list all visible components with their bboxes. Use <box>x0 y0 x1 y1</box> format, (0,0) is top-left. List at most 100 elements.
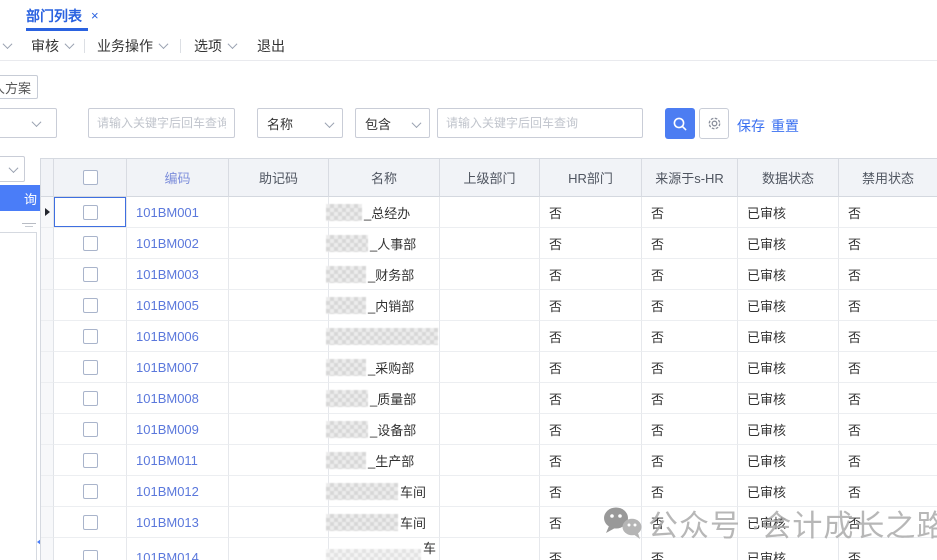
code-link[interactable]: 101BM005 <box>127 290 229 321</box>
search-button[interactable] <box>665 108 695 139</box>
name-text: _内销部 <box>368 296 414 315</box>
row-checkbox[interactable] <box>83 360 98 375</box>
row-checkbox[interactable] <box>83 484 98 499</box>
code-link[interactable]: 101BM006 <box>127 321 229 352</box>
code-link[interactable]: 101BM003 <box>127 259 229 290</box>
menu-audit-label: 审核 <box>31 36 59 56</box>
filter-scope-select[interactable] <box>0 108 57 138</box>
name-text: _生产部 <box>368 451 414 470</box>
row-checkbox[interactable] <box>83 298 98 313</box>
checkbox-cell <box>54 228 127 259</box>
row-checkbox[interactable] <box>83 329 98 344</box>
name-cell: _质量部 <box>329 383 440 414</box>
hr-cell: 否 <box>540 476 642 507</box>
header-source[interactable]: 来源于s-HR <box>642 159 738 197</box>
table-header-row: 编码 助记码 名称 上级部门 HR部门 来源于s-HR 数据状态 禁用状态 <box>41 159 937 197</box>
menu-divider <box>180 39 181 53</box>
code-link[interactable]: 101BM002 <box>127 228 229 259</box>
checkbox-cell <box>54 414 127 445</box>
current-row-arrow-icon <box>45 208 50 216</box>
save-button[interactable]: 保存 <box>737 116 765 136</box>
row-indicator-cell <box>41 383 54 414</box>
side-filter-select[interactable] <box>0 156 25 182</box>
mnemonic-cell <box>229 321 329 352</box>
table-row[interactable]: 101BM014 车间 否 否 已审核 否 <box>41 538 937 560</box>
table-row[interactable]: 101BM009 _设备部 否 否 已审核 否 <box>41 414 937 445</box>
source-cell: 否 <box>642 414 738 445</box>
table-row[interactable]: 101BM005 _内销部 否 否 已审核 否 <box>41 290 937 321</box>
table-row[interactable]: 101BM001 _总经办 否 否 已审核 否 <box>41 197 937 228</box>
chevron-down-icon[interactable] <box>3 39 13 49</box>
parent-cell <box>440 507 540 538</box>
name-cell: _采购部 <box>329 352 440 383</box>
disabled-cell: 否 <box>839 352 937 383</box>
row-checkbox[interactable] <box>83 236 98 251</box>
code-link[interactable]: 101BM012 <box>127 476 229 507</box>
name-cell: 车间 <box>329 476 440 507</box>
table-row[interactable]: 101BM012 车间 否 否 已审核 否 <box>41 476 937 507</box>
hr-cell: 否 <box>540 445 642 476</box>
table-row[interactable]: 101BM008 _质量部 否 否 已审核 否 <box>41 383 937 414</box>
name-cell: _人事部 <box>329 228 440 259</box>
status-cell: 已审核 <box>738 476 839 507</box>
keyword-input-2[interactable] <box>437 108 643 138</box>
reset-button[interactable]: 重置 <box>771 116 799 136</box>
table-row[interactable]: 101BM003 _财务部 否 否 已审核 否 <box>41 259 937 290</box>
row-checkbox[interactable] <box>83 550 98 560</box>
redacted-block <box>326 359 366 376</box>
tab-department-list[interactable]: 部门列表 × <box>26 0 99 31</box>
scheme-button[interactable]: 人方案 <box>0 75 38 99</box>
code-link[interactable]: 101BM009 <box>127 414 229 445</box>
hr-cell: 否 <box>540 228 642 259</box>
header-disabled[interactable]: 禁用状态 <box>839 159 937 197</box>
settings-button[interactable] <box>699 108 729 139</box>
header-status[interactable]: 数据状态 <box>738 159 839 197</box>
mnemonic-cell <box>229 228 329 259</box>
header-name[interactable]: 名称 <box>329 159 440 197</box>
header-parent[interactable]: 上级部门 <box>440 159 540 197</box>
menu-business-ops[interactable]: 业务操作 <box>97 36 167 56</box>
code-link[interactable]: 101BM013 <box>127 507 229 538</box>
keyword-input[interactable] <box>88 108 235 138</box>
status-cell: 已审核 <box>738 259 839 290</box>
select-all-checkbox[interactable] <box>83 170 98 185</box>
row-checkbox[interactable] <box>83 515 98 530</box>
field-select[interactable]: 名称 <box>257 108 343 138</box>
code-link[interactable]: 101BM008 <box>127 383 229 414</box>
operator-select[interactable]: 包含 <box>355 108 430 138</box>
code-link[interactable]: 101BM007 <box>127 352 229 383</box>
code-link[interactable]: 101BM014 <box>127 538 229 560</box>
table-row[interactable]: 101BM002 _人事部 否 否 已审核 否 <box>41 228 937 259</box>
table-row[interactable]: 101BM013 车间 否 否 已审核 否 <box>41 507 937 538</box>
query-button[interactable]: 询 <box>0 185 43 211</box>
table-row[interactable]: 101BM007 _采购部 否 否 已审核 否 <box>41 352 937 383</box>
name-cell: 车间 <box>329 507 440 538</box>
checkbox-cell <box>54 352 127 383</box>
code-link[interactable]: 101BM011 <box>127 445 229 476</box>
close-icon[interactable]: × <box>91 9 99 22</box>
table-row[interactable]: 101BM011 _生产部 否 否 已审核 否 <box>41 445 937 476</box>
header-hr[interactable]: HR部门 <box>540 159 642 197</box>
row-checkbox[interactable] <box>83 267 98 282</box>
table-row[interactable]: 101BM006 否 否 已审核 否 <box>41 321 937 352</box>
menu-options[interactable]: 选项 <box>194 36 236 56</box>
menu-exit[interactable]: 退出 <box>257 36 285 56</box>
header-mnemonic[interactable]: 助记码 <box>229 159 329 197</box>
checkbox-cell <box>54 476 127 507</box>
row-checkbox[interactable] <box>83 205 98 220</box>
row-checkbox[interactable] <box>83 391 98 406</box>
menu-audit[interactable]: 审核 <box>31 36 73 56</box>
hr-cell: 否 <box>540 383 642 414</box>
field-select-value: 名称 <box>267 114 293 133</box>
code-link[interactable]: 101BM001 <box>127 197 229 228</box>
hr-cell: 否 <box>540 197 642 228</box>
redacted-block <box>326 421 368 438</box>
source-cell: 否 <box>642 476 738 507</box>
header-code[interactable]: 编码 <box>127 159 229 197</box>
source-cell: 否 <box>642 197 738 228</box>
panel-resize-handle[interactable] <box>22 223 36 229</box>
redacted-block <box>326 204 362 221</box>
row-checkbox[interactable] <box>83 422 98 437</box>
status-cell: 已审核 <box>738 321 839 352</box>
row-checkbox[interactable] <box>83 453 98 468</box>
